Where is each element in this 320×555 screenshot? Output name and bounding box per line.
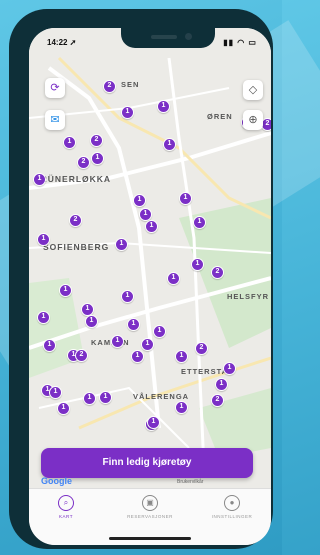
status-time: 14:22 ➚: [47, 38, 77, 47]
vehicle-marker[interactable]: 1: [175, 350, 188, 363]
vehicle-marker[interactable]: 1: [141, 338, 154, 351]
vehicle-marker[interactable]: 1: [57, 402, 70, 415]
vehicle-marker[interactable]: 1: [215, 378, 228, 391]
phone-frame: SEN ØREN GRÜNERLØKKA SOFIENBERG HELSFYR …: [9, 9, 273, 549]
google-logo: Google: [41, 476, 72, 486]
vehicle-marker[interactable]: 2: [195, 342, 208, 355]
tab-label: KART: [59, 514, 73, 519]
vehicle-marker[interactable]: 1: [37, 311, 50, 324]
vehicle-marker[interactable]: 1: [63, 136, 76, 149]
vehicle-marker[interactable]: 1: [153, 325, 166, 338]
speaker: [151, 35, 177, 39]
tab-label: RESERVASJONER: [127, 514, 173, 519]
vehicle-marker[interactable]: 1: [37, 233, 50, 246]
tab-reservations[interactable]: ▣ RESERVASJONER: [115, 495, 185, 519]
compass-icon[interactable]: ◇: [243, 80, 263, 100]
locate-icon[interactable]: ⊕: [243, 110, 263, 130]
vehicle-marker[interactable]: 1: [223, 362, 236, 375]
vehicle-marker[interactable]: 1: [175, 401, 188, 414]
messenger-icon[interactable]: ✉: [45, 110, 65, 130]
vehicle-marker[interactable]: 1: [167, 272, 180, 285]
vehicle-marker[interactable]: 1: [99, 391, 112, 404]
vehicle-marker[interactable]: 1: [145, 220, 158, 233]
map-legal-link[interactable]: Brukervilkår: [177, 479, 203, 485]
vehicle-marker[interactable]: 1: [157, 100, 170, 113]
vehicle-marker[interactable]: 1: [91, 152, 104, 165]
vehicle-marker[interactable]: 1: [115, 238, 128, 251]
map-view[interactable]: SEN ØREN GRÜNERLØKKA SOFIENBERG HELSFYR …: [29, 28, 271, 488]
vehicle-marker[interactable]: 2: [90, 134, 103, 147]
district-label: ØREN: [207, 112, 233, 121]
vehicle-marker[interactable]: 1: [163, 138, 176, 151]
district-label: SOFIENBERG: [43, 242, 110, 252]
vehicle-marker[interactable]: 1: [33, 173, 46, 186]
home-indicator: [109, 537, 191, 540]
vehicle-marker[interactable]: 1: [127, 318, 140, 331]
vehicle-marker[interactable]: 2: [77, 156, 90, 169]
vehicle-marker[interactable]: 1: [191, 258, 204, 271]
vehicle-marker[interactable]: 1: [193, 216, 206, 229]
vehicle-marker[interactable]: 1: [131, 350, 144, 363]
search-icon: ⌕: [58, 495, 74, 511]
car-icon: ▣: [142, 495, 158, 511]
vehicle-marker[interactable]: 2: [75, 349, 88, 362]
vehicle-marker[interactable]: 1: [111, 335, 124, 348]
vehicle-marker[interactable]: 1: [49, 386, 62, 399]
notch: [121, 28, 215, 48]
vehicle-marker[interactable]: 1: [121, 290, 134, 303]
reload-icon[interactable]: ⟳: [45, 78, 65, 98]
vehicle-marker[interactable]: 1: [59, 284, 72, 297]
vehicle-marker[interactable]: 1: [43, 339, 56, 352]
vehicle-marker[interactable]: 2: [69, 214, 82, 227]
tab-label: INNSTILLINGER: [211, 514, 253, 519]
vehicle-marker[interactable]: 1: [179, 192, 192, 205]
phone-screen: SEN ØREN GRÜNERLØKKA SOFIENBERG HELSFYR …: [29, 28, 271, 545]
vehicle-marker[interactable]: 2: [211, 266, 224, 279]
user-icon: ●: [224, 495, 240, 511]
district-label: VÅLERENGA: [133, 392, 190, 401]
vehicle-marker[interactable]: 1: [85, 315, 98, 328]
status-icons: ▮▮ ◠ ▭: [223, 38, 257, 47]
tab-bar: ⌕ KART ▣ RESERVASJONER ● INNSTILLINGER: [29, 488, 271, 545]
find-vehicle-button[interactable]: Finn ledig kjøretøy: [41, 448, 253, 478]
vehicle-marker[interactable]: 1: [133, 194, 146, 207]
vehicle-marker[interactable]: 1: [83, 392, 96, 405]
tab-settings[interactable]: ● INNSTILLINGER: [197, 495, 267, 519]
vehicle-marker[interactable]: 1: [147, 416, 160, 429]
vehicle-marker[interactable]: 2: [103, 80, 116, 93]
district-label: HELSFYR: [227, 292, 270, 301]
tab-map[interactable]: ⌕ KART: [31, 495, 101, 519]
vehicle-marker[interactable]: 2: [211, 394, 224, 407]
district-label: SEN: [121, 80, 140, 89]
vehicle-marker[interactable]: 1: [121, 106, 134, 119]
camera: [185, 33, 192, 40]
